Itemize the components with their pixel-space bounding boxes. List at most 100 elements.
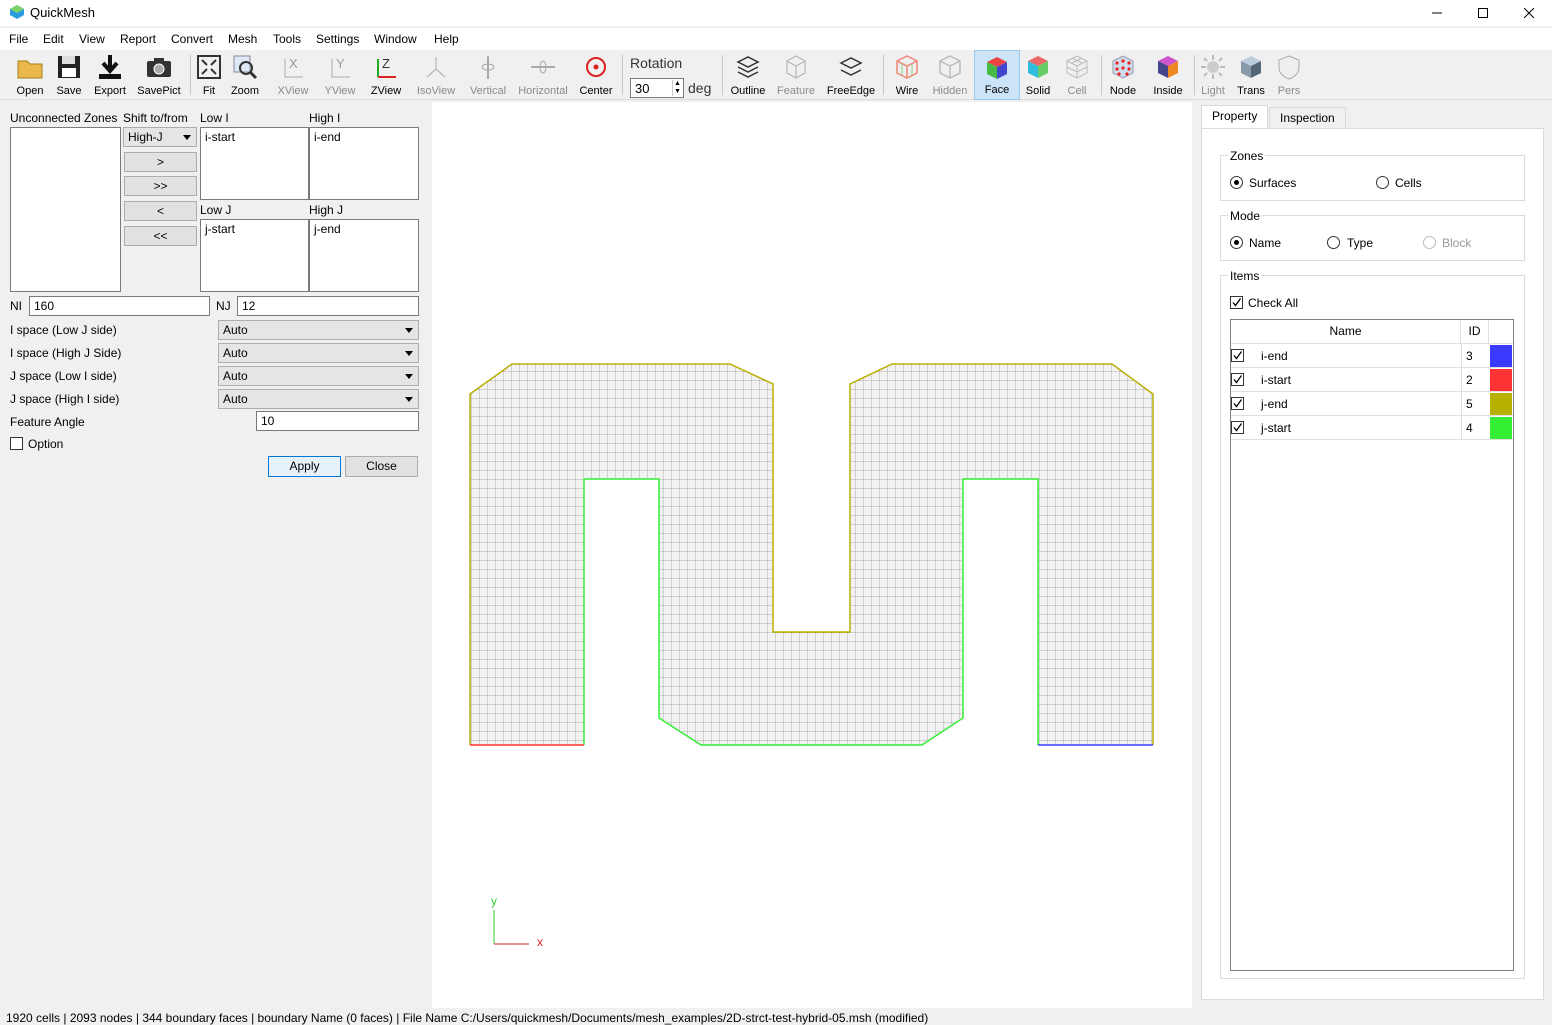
pers-button[interactable]: Pers (1272, 50, 1306, 100)
unconnected-zones-list[interactable] (10, 127, 121, 292)
status-bar: 1920 cells | 2093 nodes | 344 boundary f… (0, 1008, 1552, 1025)
shift-select[interactable]: High-J (123, 127, 197, 147)
zoom-button[interactable]: Zoom (228, 50, 262, 100)
light-button[interactable]: Light (1198, 50, 1228, 100)
mode-type-radio[interactable] (1327, 236, 1340, 249)
yview-button[interactable]: Y YView (320, 50, 360, 100)
feature-button[interactable]: Feature (774, 50, 818, 100)
surfaces-radio[interactable] (1230, 176, 1243, 189)
menu-convert[interactable]: Convert (171, 32, 213, 46)
minimize-button[interactable] (1414, 0, 1460, 26)
solid-button[interactable]: Solid (1022, 50, 1054, 100)
table-row[interactable]: j-start 4 (1231, 416, 1513, 440)
ispace-low-select[interactable]: Auto (218, 320, 419, 340)
row-checkbox[interactable] (1231, 421, 1244, 434)
isoview-button[interactable]: IsoView (412, 50, 460, 100)
column-id-header[interactable]: ID (1461, 320, 1489, 344)
row-color-swatch[interactable] (1490, 369, 1512, 391)
row-checkbox[interactable] (1231, 373, 1244, 386)
transparent-cube-icon (1241, 56, 1261, 78)
chevron-down-icon (405, 397, 413, 402)
row-id: 4 (1461, 416, 1489, 440)
column-name-header[interactable]: Name (1231, 320, 1461, 344)
zones-title: Zones (1228, 149, 1266, 163)
menu-file[interactable]: File (9, 32, 28, 46)
row-checkbox[interactable] (1231, 349, 1244, 362)
close-button[interactable]: Close (345, 456, 418, 477)
list-item[interactable]: j-start (205, 222, 235, 236)
xview-button[interactable]: X XView (273, 50, 313, 100)
open-button[interactable]: Open (10, 50, 50, 100)
rotation-spinner[interactable]: ▲ ▼ (672, 80, 682, 96)
move-all-right-button[interactable]: >> (124, 176, 197, 196)
menu-view[interactable]: View (79, 32, 105, 46)
row-checkbox[interactable] (1231, 397, 1244, 410)
move-right-button[interactable]: > (124, 152, 197, 172)
row-color-swatch[interactable] (1490, 417, 1512, 439)
maximize-button[interactable] (1460, 0, 1506, 26)
high-j-list[interactable]: j-end (309, 219, 419, 292)
list-item[interactable]: i-end (314, 130, 341, 144)
inside-button[interactable]: Inside (1146, 50, 1190, 100)
rotation-input[interactable]: 30 ▲ ▼ (630, 78, 684, 98)
wire-button[interactable]: Wire (888, 50, 926, 100)
ispace-high-select[interactable]: Auto (218, 343, 419, 363)
menu-report[interactable]: Report (120, 32, 156, 46)
checkmark-icon (1233, 375, 1243, 384)
cells-radio[interactable] (1376, 176, 1389, 189)
check-all-checkbox[interactable] (1230, 296, 1243, 309)
mesh-viewport[interactable]: y x (432, 102, 1192, 1008)
trans-button[interactable]: Trans (1232, 50, 1270, 100)
ni-input[interactable]: 160 (29, 296, 210, 316)
low-i-list[interactable]: i-start (200, 127, 309, 200)
row-color-swatch[interactable] (1490, 345, 1512, 367)
fit-button[interactable]: Fit (194, 50, 224, 100)
axis-x-label: x (537, 935, 543, 949)
menu-mesh[interactable]: Mesh (228, 32, 257, 46)
close-window-button[interactable] (1506, 0, 1552, 26)
mode-type-label: Type (1347, 236, 1374, 250)
mode-name-radio[interactable] (1230, 236, 1243, 249)
horizontal-button[interactable]: Horizontal (516, 50, 570, 100)
high-i-list[interactable]: i-end (309, 127, 419, 200)
outline-button[interactable]: Outline (728, 50, 768, 100)
table-row[interactable]: i-start 2 (1231, 368, 1513, 392)
feature-angle-input[interactable]: 10 (256, 411, 419, 431)
menu-window[interactable]: Window (374, 32, 417, 46)
zview-button[interactable]: Z ZView (366, 50, 406, 100)
row-color-swatch[interactable] (1490, 393, 1512, 415)
table-row[interactable]: i-end 3 (1231, 344, 1513, 368)
mesh-canvas[interactable]: y x (432, 102, 1192, 1008)
center-button[interactable]: Center (576, 50, 616, 100)
menu-help[interactable]: Help (434, 32, 459, 46)
vertical-button[interactable]: Vertical (466, 50, 510, 100)
move-all-left-button[interactable]: << (124, 226, 197, 246)
move-left-button[interactable]: < (124, 201, 197, 221)
table-row[interactable]: j-end 5 (1231, 392, 1513, 416)
menu-settings[interactable]: Settings (316, 32, 359, 46)
freeedge-button[interactable]: FreeEdge (824, 50, 878, 100)
cells-label: Cells (1395, 176, 1422, 190)
node-button[interactable]: Node (1105, 50, 1141, 100)
menu-tools[interactable]: Tools (273, 32, 301, 46)
apply-button[interactable]: Apply (268, 456, 341, 477)
z-axis-view-icon: Z (377, 56, 396, 78)
cell-button[interactable]: Cell (1058, 50, 1096, 100)
low-j-list[interactable]: j-start (200, 219, 309, 292)
nj-input[interactable]: 12 (237, 296, 419, 316)
savepict-button[interactable]: SavePict (134, 50, 184, 100)
tab-inspection[interactable]: Inspection (1269, 107, 1346, 129)
jspace-low-select[interactable]: Auto (218, 366, 419, 386)
jspace-high-select[interactable]: Auto (218, 389, 419, 409)
list-item[interactable]: i-start (205, 130, 235, 144)
mode-block-radio[interactable] (1423, 236, 1436, 249)
face-button[interactable]: Face (974, 50, 1020, 100)
save-button[interactable]: Save (50, 50, 88, 100)
export-button[interactable]: Export (90, 50, 130, 100)
option-checkbox[interactable] (10, 437, 23, 450)
hidden-button[interactable]: Hidden (930, 50, 970, 100)
row-name: i-end (1261, 349, 1288, 363)
tab-property[interactable]: Property (1201, 105, 1269, 129)
list-item[interactable]: j-end (314, 222, 341, 236)
menu-edit[interactable]: Edit (43, 32, 64, 46)
